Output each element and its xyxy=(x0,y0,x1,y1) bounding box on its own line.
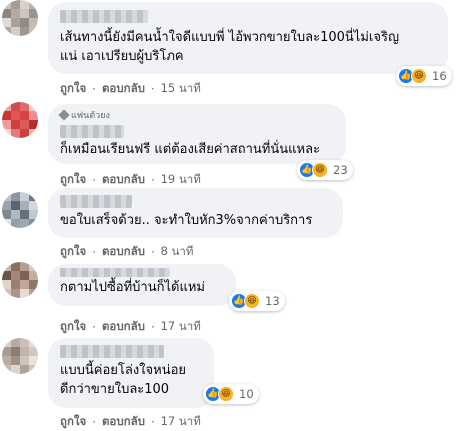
reaction-summary[interactable]: 👍 😆 16 xyxy=(396,66,452,86)
reaction-count: 16 xyxy=(432,69,447,83)
comment-text-line: เส้นทางนี้ยังมีคนน้ำใจดีแบบพี่ ไอ้พวกขาย… xyxy=(60,30,400,45)
avatar[interactable] xyxy=(2,338,38,374)
comment-bubble: ขอใบเสร็จด้วย.. จะทำใบหัก3%จากค่าบริการ xyxy=(48,188,343,238)
comment-bubble: กตามไปซื้อที่บ้านก็ได้แหม่ xyxy=(48,264,236,306)
timestamp[interactable]: 17 นาที xyxy=(161,413,201,431)
reaction-summary[interactable]: 👍 😆 10 xyxy=(203,384,259,404)
separator: · xyxy=(92,245,96,259)
separator: · xyxy=(150,245,155,259)
separator: · xyxy=(92,82,96,96)
separator: · xyxy=(92,173,96,187)
avatar[interactable] xyxy=(2,102,38,138)
comment-item: กตามไปซื้อที่บ้านก็ได้แหม่ 👍 😆 13 ถูกใจ … xyxy=(0,262,463,334)
separator: · xyxy=(150,173,155,187)
badge-label: แฟนตัวยง xyxy=(71,111,110,121)
haha-icon: 😆 xyxy=(244,293,260,309)
author-name-blurred[interactable] xyxy=(60,345,164,358)
reply-button[interactable]: ตอบกลับ xyxy=(102,413,145,431)
reaction-count: 23 xyxy=(333,163,348,177)
separator: · xyxy=(92,320,96,334)
like-button[interactable]: ถูกใจ xyxy=(60,413,86,431)
comment-bubble: แฟนตัวยง ก็เหมือนเรียนฟรี แต่ต้องเสียค่า… xyxy=(48,104,346,164)
comment-actions: ถูกใจ · ตอบกลับ · 15 นาที xyxy=(60,80,201,98)
comment-actions: ถูกใจ · ตอบกลับ · 8 นาที xyxy=(60,243,193,261)
like-button[interactable]: ถูกใจ xyxy=(60,243,86,261)
comment-text-line: ดีกว่าขายใบละ100 xyxy=(60,382,170,397)
reply-button[interactable]: ตอบกลับ xyxy=(102,318,145,336)
author-name-blurred[interactable] xyxy=(60,10,148,23)
author-name-blurred[interactable] xyxy=(60,268,170,277)
author-name-blurred[interactable] xyxy=(60,195,132,208)
haha-icon: 😆 xyxy=(411,68,427,84)
reply-button[interactable]: ตอบกลับ xyxy=(102,243,145,261)
reaction-count: 10 xyxy=(239,387,254,401)
reaction-summary[interactable]: 👍 😆 13 xyxy=(229,291,285,311)
haha-icon: 😆 xyxy=(218,386,234,402)
like-button[interactable]: ถูกใจ xyxy=(60,171,86,189)
comment-item: เส้นทางนี้ยังมีคนน้ำใจดีแบบพี่ ไอ้พวกขาย… xyxy=(0,0,463,98)
timestamp[interactable]: 8 นาที xyxy=(161,243,194,261)
comment-actions: ถูกใจ · ตอบกลับ · 17 นาที xyxy=(60,318,201,336)
timestamp[interactable]: 19 นาที xyxy=(161,171,201,189)
comment-item: แฟนตัวยง ก็เหมือนเรียนฟรี แต่ต้องเสียค่า… xyxy=(0,100,463,188)
comment-actions: ถูกใจ · ตอบกลับ · 19 นาที xyxy=(60,171,201,189)
like-button[interactable]: ถูกใจ xyxy=(60,80,86,98)
comment-actions: ถูกใจ · ตอบกลับ · 17 นาที xyxy=(60,413,201,431)
diamond-icon xyxy=(58,109,70,121)
like-button[interactable]: ถูกใจ xyxy=(60,318,86,336)
comment-text-line: ก็เหมือนเรียนฟรี แต่ต้องเสียค่าสถานที่นั… xyxy=(60,142,321,157)
haha-icon: 😆 xyxy=(312,162,328,178)
avatar[interactable] xyxy=(2,262,38,298)
timestamp[interactable]: 17 นาที xyxy=(161,318,201,336)
reply-button[interactable]: ตอบกลับ xyxy=(102,171,145,189)
comment-bubble: เส้นทางนี้ยังมีคนน้ำใจดีแบบพี่ ไอ้พวกขาย… xyxy=(48,2,448,74)
separator: · xyxy=(150,82,155,96)
top-fan-badge: แฟนตัวยง xyxy=(58,108,334,122)
comment-bubble: แบบนี้ค่อยโล่งใจหน่อย ดีกว่าขายใบละ100 xyxy=(48,338,214,408)
reaction-count: 13 xyxy=(265,294,280,308)
reaction-summary[interactable]: 👍 😆 23 xyxy=(297,160,353,180)
comment-text-line: กตามไปซื้อที่บ้านก็ได้แหม่ xyxy=(60,280,205,295)
comment-text-line: แบบนี้ค่อยโล่งใจหน่อย xyxy=(60,363,187,378)
separator: · xyxy=(150,415,155,429)
comment-text-line: แน่ เอาเปรียบผู้บริโภค xyxy=(60,49,184,64)
timestamp[interactable]: 15 นาที xyxy=(161,80,201,98)
separator: · xyxy=(150,320,155,334)
comment-text-line: ขอใบเสร็จด้วย.. จะทำใบหัก3%จากค่าบริการ xyxy=(60,213,313,228)
avatar[interactable] xyxy=(2,192,38,228)
separator: · xyxy=(92,415,96,429)
avatar[interactable] xyxy=(2,0,38,36)
comment-item: ขอใบเสร็จด้วย.. จะทำใบหัก3%จากค่าบริการ … xyxy=(0,188,463,261)
comment-item: แบบนี้ค่อยโล่งใจหน่อย ดีกว่าขายใบละ100 👍… xyxy=(0,336,463,431)
author-name-blurred[interactable] xyxy=(60,125,124,138)
reply-button[interactable]: ตอบกลับ xyxy=(102,80,145,98)
